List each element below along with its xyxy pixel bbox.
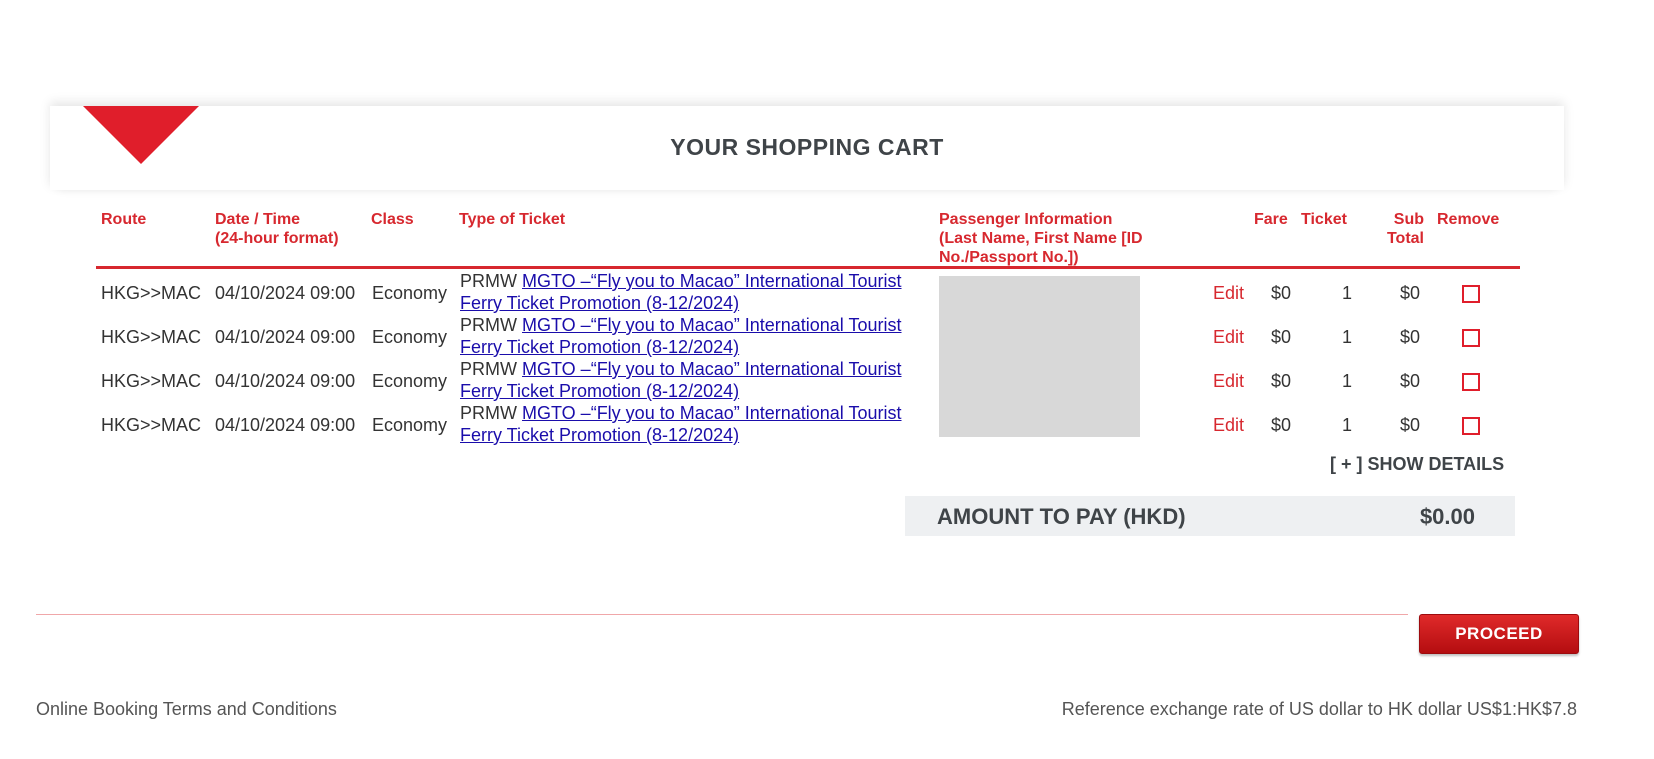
ticket-prefix: PRMW	[460, 315, 517, 335]
subtotal-cell: $0	[1400, 415, 1421, 435]
ticket-prefix: PRMW	[460, 271, 517, 291]
datetime-cell: 04/10/2024 09:00	[215, 415, 356, 435]
proceed-button[interactable]: PROCEED	[1419, 614, 1579, 654]
ticket-type-cell: PRMW MGTO –“Fly you to Macao” Internatio…	[460, 402, 930, 446]
page-title: YOUR SHOPPING CART	[670, 134, 944, 160]
amount-label: AMOUNT TO PAY (HKD)	[937, 504, 1186, 529]
amount-value: $0.00	[1419, 504, 1475, 529]
class-cell: Economy	[372, 415, 448, 435]
route-cell: HKG>>MAC	[101, 327, 202, 347]
ticket-type-cell: PRMW MGTO –“Fly you to Macao” Internatio…	[460, 314, 930, 358]
subtotal-cell: $0	[1400, 327, 1421, 347]
fare-cell: $0	[1271, 371, 1292, 391]
table-row: HKG>>MAC 04/10/2024 09:00 Economy PRMW M…	[0, 402, 1654, 446]
ticket-count-cell: 1	[1342, 283, 1353, 303]
class-cell: Economy	[372, 371, 448, 391]
ticket-promotion-link[interactable]: MGTO –“Fly you to Macao” International T…	[460, 315, 902, 357]
ticket-promotion-link[interactable]: MGTO –“Fly you to Macao” International T…	[460, 403, 902, 445]
table-row: HKG>>MAC 04/10/2024 09:00 Economy PRMW M…	[0, 270, 1654, 314]
ticket-type-cell: PRMW MGTO –“Fly you to Macao” Internatio…	[460, 270, 930, 314]
table-row: HKG>>MAC 04/10/2024 09:00 Economy PRMW M…	[0, 314, 1654, 358]
ticket-promotion-link[interactable]: MGTO –“Fly you to Macao” International T…	[460, 359, 902, 401]
ticket-count-cell: 1	[1342, 327, 1353, 347]
amount-to-pay-bar: AMOUNT TO PAY (HKD) $0.00	[905, 496, 1515, 536]
footer-divider	[36, 614, 1408, 615]
route-cell: HKG>>MAC	[101, 415, 202, 435]
ticket-promotion-link[interactable]: MGTO –“Fly you to Macao” International T…	[460, 271, 902, 313]
route-cell: HKG>>MAC	[101, 283, 202, 303]
class-cell: Economy	[372, 283, 448, 303]
cart-header-card: YOUR SHOPPING CART	[50, 106, 1564, 190]
header-ticket-type: Type of Ticket	[459, 211, 566, 228]
show-details-toggle[interactable]: [ + ] SHOW DETAILS	[1330, 454, 1504, 475]
exchange-rate-note: Reference exchange rate of US dollar to …	[1061, 699, 1577, 719]
ticket-count-cell: 1	[1342, 371, 1353, 391]
remove-checkbox[interactable]	[1462, 373, 1480, 391]
header-datetime: Date / Time (24-hour format)	[215, 210, 339, 248]
header-fare: Fare	[1254, 211, 1288, 228]
header-subtotal: Sub Total	[1380, 210, 1424, 248]
header-ticket: Ticket	[1301, 211, 1347, 228]
fare-cell: $0	[1271, 283, 1292, 303]
header-passenger-info: Passenger Information (Last Name, First …	[939, 210, 1143, 267]
datetime-cell: 04/10/2024 09:00	[215, 327, 356, 347]
header-passenger-line3: No./Passport No.])	[939, 249, 1079, 266]
edit-passenger-link[interactable]: Edit	[1213, 414, 1244, 436]
header-subtotal-line2: Total	[1386, 230, 1424, 247]
class-cell: Economy	[372, 327, 448, 347]
route-cell: HKG>>MAC	[101, 371, 202, 391]
header-passenger-line1: Passenger Information	[939, 211, 1113, 228]
table-row: HKG>>MAC 04/10/2024 09:00 Economy PRMW M…	[0, 358, 1654, 402]
ticket-prefix: PRMW	[460, 403, 517, 423]
remove-checkbox[interactable]	[1462, 329, 1480, 347]
header-subtotal-line1: Sub	[1393, 211, 1424, 228]
ticket-count-cell: 1	[1342, 415, 1353, 435]
header-class: Class	[371, 211, 414, 228]
subtotal-cell: $0	[1400, 371, 1421, 391]
fare-cell: $0	[1271, 327, 1292, 347]
header-datetime-line2: (24-hour format)	[215, 230, 339, 247]
ticket-type-cell: PRMW MGTO –“Fly you to Macao” Internatio…	[460, 358, 930, 402]
header-route: Route	[101, 211, 147, 228]
fare-cell: $0	[1271, 415, 1292, 435]
header-divider	[96, 266, 1520, 269]
header-remove: Remove	[1437, 211, 1500, 228]
remove-checkbox[interactable]	[1462, 285, 1480, 303]
subtotal-cell: $0	[1400, 283, 1421, 303]
datetime-cell: 04/10/2024 09:00	[215, 283, 356, 303]
edit-passenger-link[interactable]: Edit	[1213, 326, 1244, 348]
ticket-prefix: PRMW	[460, 359, 517, 379]
remove-checkbox[interactable]	[1462, 417, 1480, 435]
header-passenger-line2: (Last Name, First Name [ID	[939, 230, 1143, 247]
datetime-cell: 04/10/2024 09:00	[215, 371, 356, 391]
edit-passenger-link[interactable]: Edit	[1213, 370, 1244, 392]
edit-passenger-link[interactable]: Edit	[1213, 282, 1244, 304]
header-datetime-line1: Date / Time	[215, 211, 301, 228]
terms-link[interactable]: Online Booking Terms and Conditions	[36, 699, 337, 720]
